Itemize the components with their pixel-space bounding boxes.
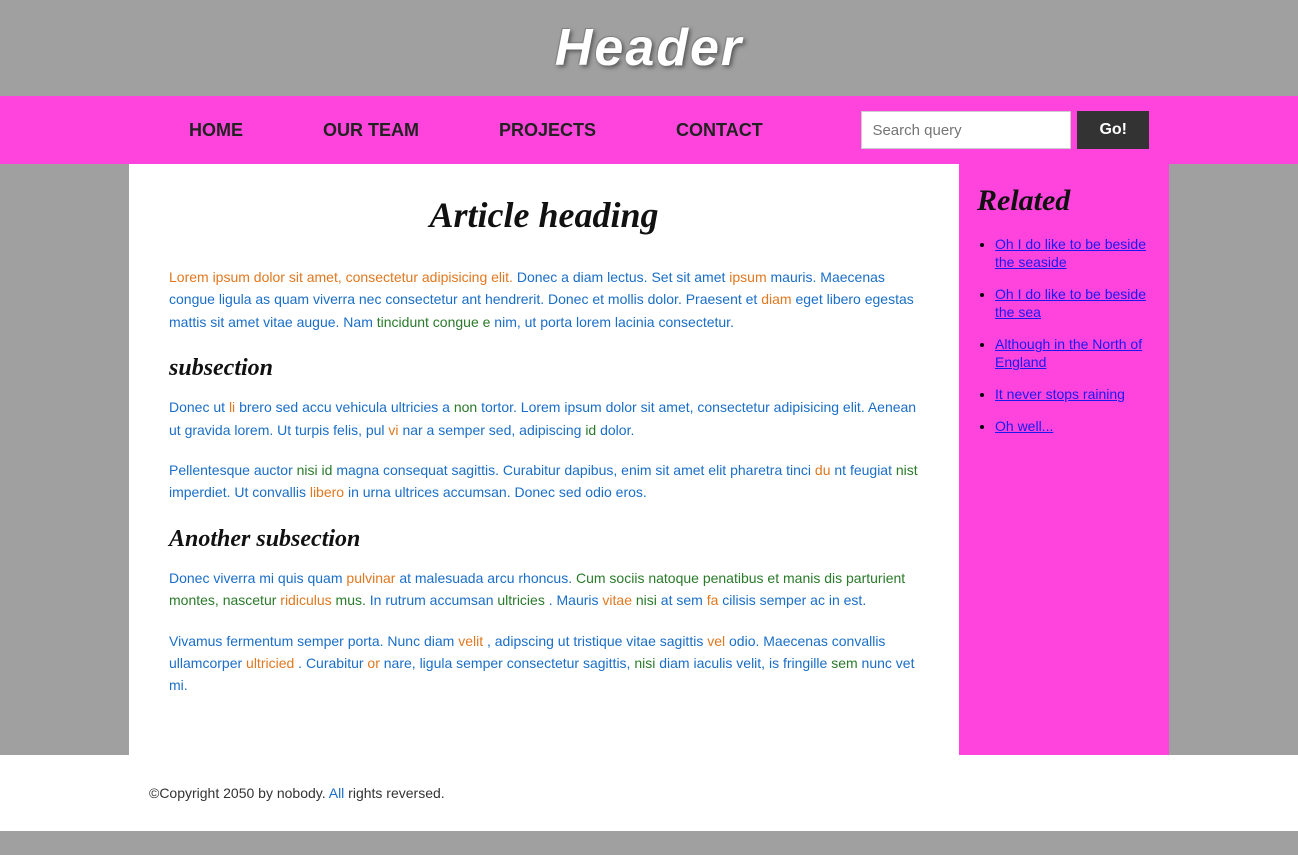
- sidebar-link-5[interactable]: Oh well...: [995, 418, 1053, 434]
- sidebar-link-2[interactable]: Oh I do like to be beside the sea: [995, 286, 1146, 320]
- sidebar-list-item: Oh I do like to be beside the seaside: [995, 236, 1151, 272]
- nav-links: HOME OUR TEAM PROJECTS CONTACT: [149, 120, 861, 141]
- sidebar-list-item: It never stops raining: [995, 386, 1151, 404]
- site-header: Header: [0, 0, 1298, 96]
- subsection2-heading: Another subsection: [169, 526, 919, 553]
- nav-item-projects[interactable]: PROJECTS: [459, 120, 636, 141]
- sidebar-heading: Related: [977, 184, 1151, 218]
- subsection1-heading: subsection: [169, 355, 919, 382]
- article-heading: Article heading: [169, 194, 919, 236]
- nav-item-contact[interactable]: CONTACT: [636, 120, 803, 141]
- nav-search: Go!: [861, 111, 1149, 149]
- sidebar-link-1[interactable]: Oh I do like to be beside the seaside: [995, 236, 1146, 270]
- subsection1-p2: Pellentesque auctor nisi id magna conseq…: [169, 459, 919, 504]
- sidebar-link-3[interactable]: Although in the North of England: [995, 336, 1142, 370]
- nav-item-home[interactable]: HOME: [149, 120, 283, 141]
- sidebar-list-item: Although in the North of England: [995, 336, 1151, 372]
- main-article: Article heading Lorem ipsum dolor sit am…: [129, 164, 959, 755]
- sidebar-list-item: Oh I do like to be beside the sea: [995, 286, 1151, 322]
- article-intro: Lorem ipsum dolor sit amet, consectetur …: [169, 266, 919, 333]
- subsection1-p1: Donec ut li brero sed accu vehicula ultr…: [169, 396, 919, 441]
- content-area: Article heading Lorem ipsum dolor sit am…: [129, 164, 1169, 755]
- site-footer: ©Copyright 2050 by nobody. All rights re…: [129, 755, 1169, 831]
- sidebar-link-4[interactable]: It never stops raining: [995, 386, 1125, 402]
- subsection2-p2: Vivamus fermentum semper porta. Nunc dia…: [169, 630, 919, 697]
- sidebar: Related Oh I do like to be beside the se…: [959, 164, 1169, 755]
- sidebar-list-item: Oh well...: [995, 418, 1151, 436]
- main-nav: HOME OUR TEAM PROJECTS CONTACT Go!: [129, 96, 1169, 164]
- sidebar-link-list: Oh I do like to be beside the seaside Oh…: [977, 236, 1151, 436]
- nav-item-our-team[interactable]: OUR TEAM: [283, 120, 459, 141]
- site-title: Header: [0, 18, 1298, 78]
- search-button[interactable]: Go!: [1077, 111, 1149, 149]
- footer-text: ©Copyright 2050 by nobody. All rights re…: [149, 785, 445, 801]
- search-input[interactable]: [861, 111, 1071, 149]
- subsection2-p1: Donec viverra mi quis quam pulvinar at m…: [169, 567, 919, 612]
